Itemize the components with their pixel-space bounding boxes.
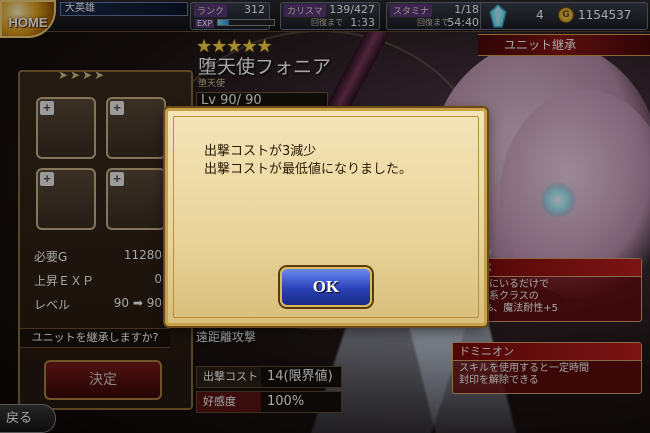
notice-dialog: 出撃コストが3減少 出撃コストが最低値になりました。 OK xyxy=(165,108,487,326)
dialog-message: 出撃コストが3減少 出撃コストが最低値になりました。 xyxy=(204,143,412,179)
dialog-line-1: 出撃コストが3減少 xyxy=(204,144,317,159)
ok-button[interactable]: OK xyxy=(280,267,372,307)
dialog-line-2: 出撃コストが最低値になりました。 xyxy=(204,162,413,177)
